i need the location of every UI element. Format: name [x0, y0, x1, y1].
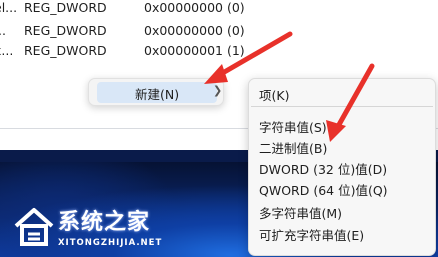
menu-separator: [251, 106, 433, 107]
submenu-item-binary-value[interactable]: 二进制值(B): [259, 138, 327, 157]
watermark: 系统之家 XITONGZHIJIA.NET: [10, 200, 180, 255]
submenu-item-dword-value[interactable]: DWORD (32 位)值(D): [259, 159, 387, 178]
menu-item-new[interactable]: 新建(N) ❯: [97, 82, 222, 103]
registry-value-type: REG_DWORD: [24, 0, 107, 15]
new-submenu: 项(K) 字符串值(S) 二进制值(B) DWORD (32 位)值(D) QW…: [248, 78, 436, 256]
registry-value-list: el... REG_DWORD 0x00000000 (0) ... REG_D…: [0, 0, 438, 70]
registry-value-data: 0x00000001 (1): [144, 43, 245, 58]
house-logo-icon: [14, 208, 54, 246]
submenu-item-qword-value[interactable]: QWORD (64 位)值(Q): [259, 180, 388, 199]
menu-item-new-label: 新建(N): [135, 87, 180, 102]
watermark-title: 系统之家: [58, 209, 151, 235]
registry-row[interactable]: x... REG_DWORD 0x00000001 (1): [0, 41, 438, 61]
registry-value-name: ...: [0, 23, 6, 38]
registry-row[interactable]: el... REG_DWORD 0x00000000 (0): [0, 0, 438, 18]
registry-value-data: 0x00000000 (0): [144, 23, 245, 38]
registry-value-type: REG_DWORD: [24, 23, 107, 38]
context-menu: 新建(N) ❯: [88, 78, 224, 106]
submenu-item-multi-string-value[interactable]: 多字符串值(M): [259, 203, 342, 222]
registry-value-data: 0x00000000 (0): [144, 0, 245, 15]
registry-value-name: el...: [0, 0, 18, 15]
submenu-item-expandable-string-value[interactable]: 可扩充字符串值(E): [259, 225, 364, 244]
registry-row[interactable]: ... REG_DWORD 0x00000000 (0): [0, 21, 438, 41]
registry-value-type: REG_DWORD: [24, 43, 107, 58]
chevron-right-icon: ❯: [213, 84, 223, 97]
registry-value-name: x...: [0, 43, 14, 58]
submenu-item-key[interactable]: 项(K): [259, 85, 289, 104]
watermark-subtitle: XITONGZHIJIA.NET: [58, 238, 163, 248]
submenu-item-string-value[interactable]: 字符串值(S): [259, 117, 327, 136]
